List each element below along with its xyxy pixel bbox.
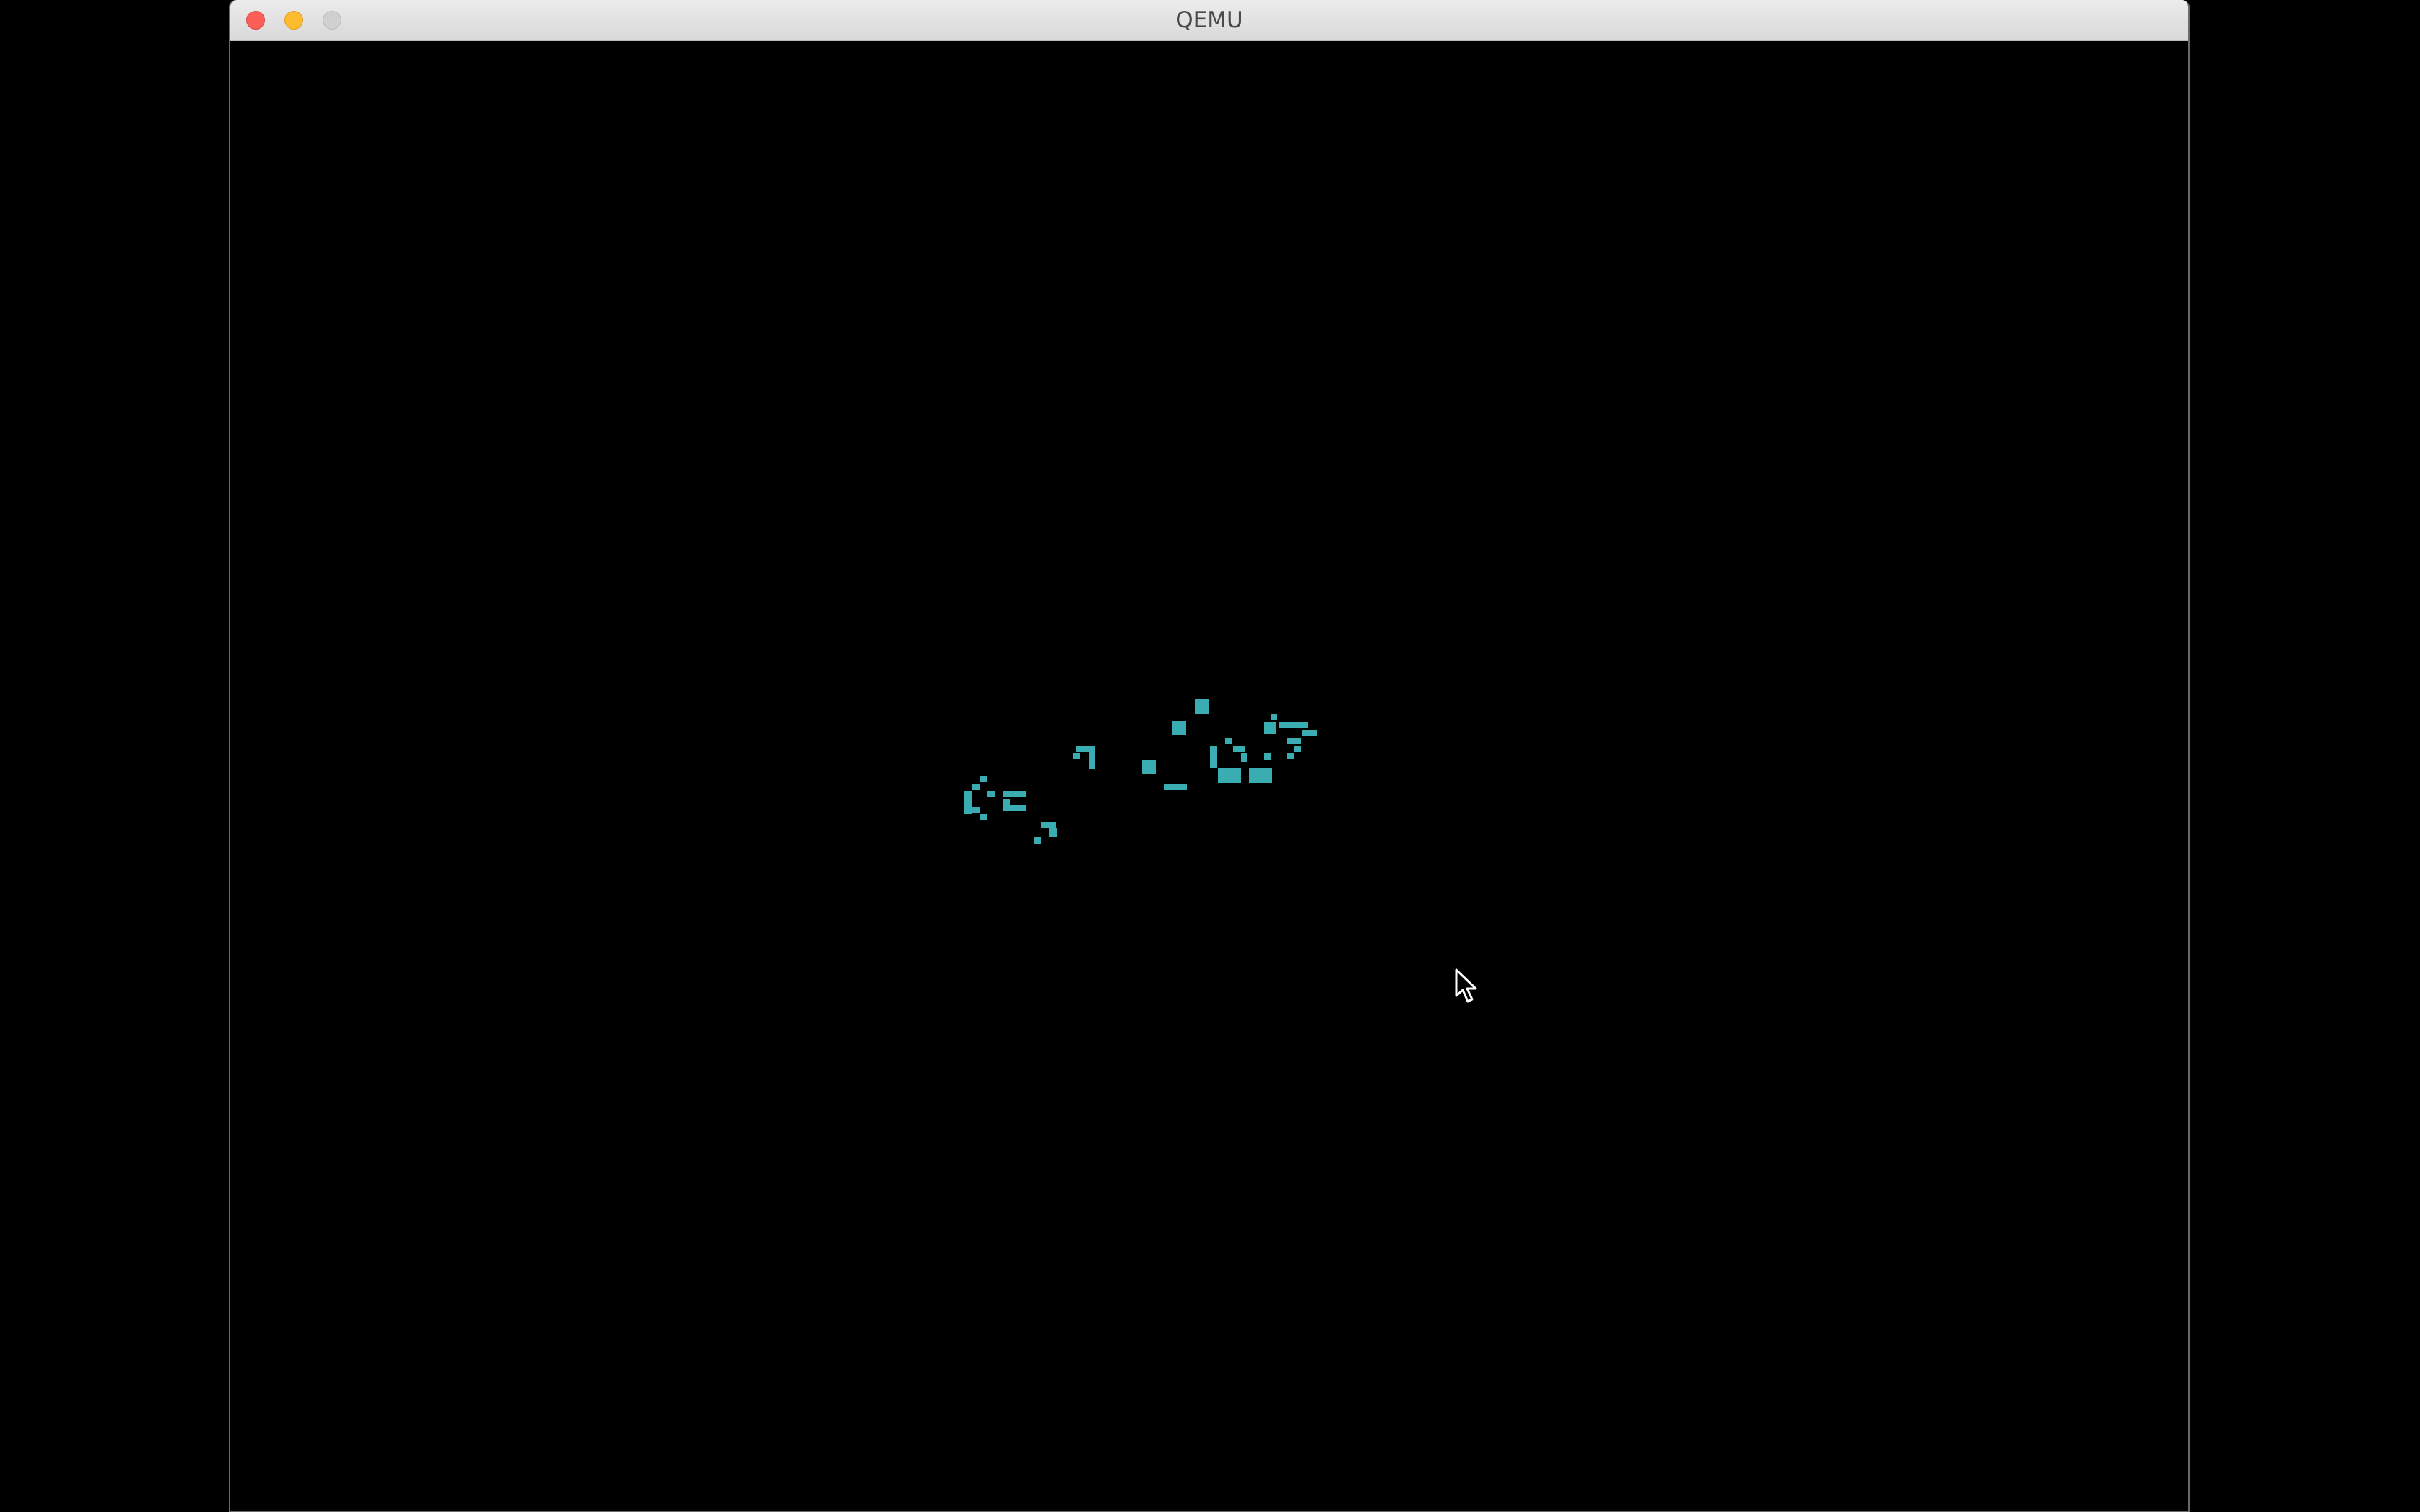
emulator-screen[interactable]	[230, 41, 2188, 1511]
desktop: QEMU	[0, 0, 2420, 1512]
window-title: QEMU	[1175, 7, 1243, 33]
mouse-pointer-icon	[1455, 968, 1477, 1003]
qemu-window: QEMU	[229, 0, 2190, 1512]
title-bar[interactable]: QEMU	[230, 0, 2188, 41]
